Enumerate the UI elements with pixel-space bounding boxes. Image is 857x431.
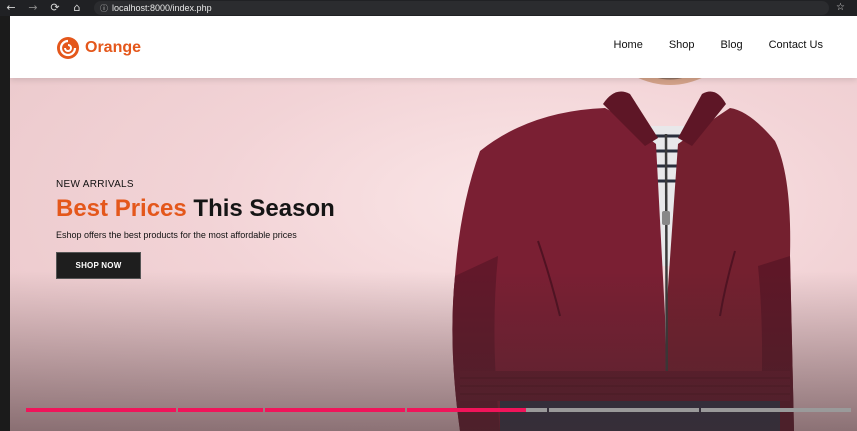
nav-blog[interactable]: Blog bbox=[721, 39, 743, 51]
shop-now-button[interactable]: SHOP NOW bbox=[56, 252, 141, 279]
hero-banner: NEW ARRIVALS Best Prices This Season Esh… bbox=[10, 16, 857, 431]
back-arrow-icon[interactable]: ← bbox=[0, 0, 22, 16]
address-bar[interactable]: ⓘ localhost:8000/index.php bbox=[94, 1, 829, 15]
forward-arrow-icon[interactable]: → bbox=[22, 0, 44, 16]
info-icon[interactable]: ⓘ bbox=[100, 3, 108, 14]
slide-indicator-1[interactable] bbox=[26, 408, 176, 412]
hero-subtext: Eshop offers the best products for the m… bbox=[56, 230, 297, 240]
reload-icon[interactable]: ⟳ bbox=[44, 0, 66, 16]
hero-shadow-overlay bbox=[10, 271, 857, 431]
hero-headline-accent: Best Prices bbox=[56, 195, 187, 222]
slide-indicator-2[interactable] bbox=[178, 408, 263, 412]
site-header: Orange Home Shop Blog Contact Us bbox=[10, 16, 857, 78]
hero-headline: Best Prices This Season bbox=[56, 195, 335, 223]
slide-indicator-3[interactable] bbox=[265, 408, 405, 412]
slide-indicator-5[interactable] bbox=[549, 408, 699, 412]
browser-toolbar: ← → ⟳ ⌂ ⓘ localhost:8000/index.php ☆ bbox=[0, 0, 857, 16]
slide-indicator-6[interactable] bbox=[701, 408, 851, 412]
nav-contact-us[interactable]: Contact Us bbox=[769, 39, 823, 51]
hero-headline-rest: This Season bbox=[193, 195, 335, 222]
home-icon[interactable]: ⌂ bbox=[66, 0, 88, 16]
logo-text: Orange bbox=[85, 39, 142, 56]
nav-shop[interactable]: Shop bbox=[669, 39, 695, 51]
star-icon[interactable]: ☆ bbox=[836, 0, 845, 16]
slider-progress-bar[interactable] bbox=[26, 408, 853, 412]
nav-home[interactable]: Home bbox=[614, 39, 643, 51]
hero-eyebrow: NEW ARRIVALS bbox=[56, 179, 134, 190]
logo-swirl-icon bbox=[57, 37, 79, 59]
slide-indicator-4[interactable] bbox=[407, 408, 547, 412]
main-nav: Home Shop Blog Contact Us bbox=[588, 39, 824, 51]
url-text: localhost:8000/index.php bbox=[112, 3, 212, 13]
logo[interactable]: Orange bbox=[56, 36, 141, 60]
page: Orange Home Shop Blog Contact Us NEW ARR… bbox=[10, 16, 857, 431]
